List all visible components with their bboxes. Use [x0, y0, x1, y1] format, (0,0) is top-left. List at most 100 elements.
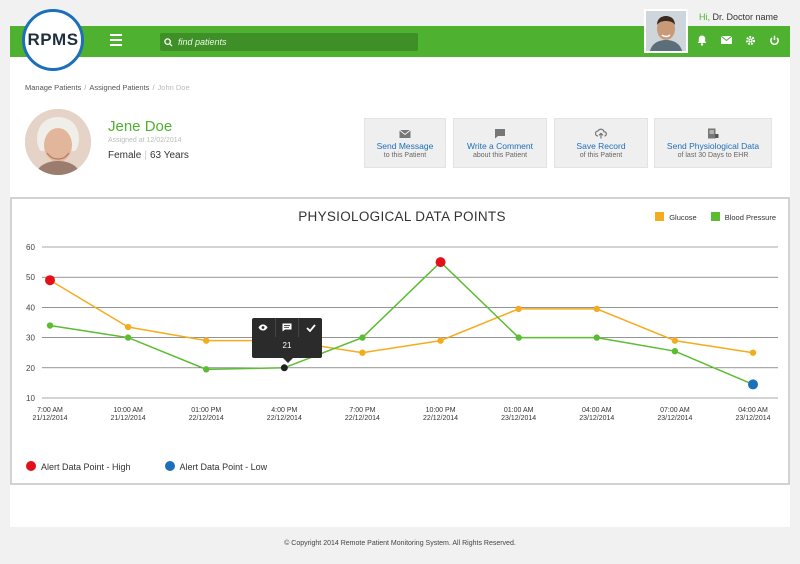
x-tick-label: 22/12/2014	[423, 415, 458, 422]
x-tick-label: 7:00 PM	[349, 407, 375, 414]
data-point	[359, 349, 366, 356]
data-point	[437, 337, 444, 344]
patient-photo	[25, 109, 91, 175]
send-message-sub: to this Patient	[383, 152, 427, 159]
x-tick-label: 23/12/2014	[579, 415, 614, 422]
y-tick-label: 40	[26, 303, 35, 312]
x-tick-label: 07:00 AM	[660, 407, 690, 414]
x-tick-label: 4:00 PM	[271, 407, 297, 414]
save-record-sub: of this Patient	[579, 152, 623, 159]
search-box[interactable]	[160, 33, 418, 51]
x-tick-label: 01:00 AM	[504, 407, 534, 414]
alert-high-label: Alert Data Point - High	[41, 462, 131, 472]
data-point	[435, 257, 446, 268]
footer-copyright: © Copyright 2014 Remote Patient Monitori…	[284, 540, 516, 547]
data-point	[124, 334, 132, 341]
patient-demographics: Female | 63 Years	[108, 150, 189, 161]
alert-low-label: Alert Data Point - Low	[179, 462, 268, 472]
alert-high-dot	[26, 461, 36, 471]
gear-icon[interactable]	[744, 34, 756, 46]
send-physiological-data-button[interactable]: Send Physiological Data of last 30 Days …	[654, 118, 772, 168]
data-point-tooltip: 21	[252, 318, 322, 363]
x-tick-label: 23/12/2014	[735, 415, 770, 422]
send-physiological-data-sub: of last 30 Days to EHR	[677, 152, 749, 159]
x-tick-label: 21/12/2014	[111, 415, 146, 422]
main-panel: Manage Patients / Assigned Patients / John D…	[10, 57, 790, 527]
send-physiological-data-title: Send Physiological Data	[666, 141, 760, 151]
x-tick-label: 7:00 AM	[37, 407, 63, 414]
breadcrumb-current: John Doe	[157, 83, 190, 92]
bell-icon[interactable]	[696, 34, 708, 46]
comment-icon[interactable]	[276, 318, 300, 337]
x-tick-label: 22/12/2014	[345, 415, 380, 422]
greeting-hi: Hi,	[699, 12, 710, 22]
data-point	[515, 334, 522, 341]
chart-panel: PHYSIOLOGICAL DATA POINTS Glucose Blood …	[10, 197, 790, 485]
breadcrumb-assigned-patients[interactable]: Assigned Patients	[89, 83, 149, 92]
data-point	[593, 305, 600, 313]
doctor-avatar[interactable]	[644, 9, 688, 53]
view-icon[interactable]	[252, 318, 276, 337]
data-point	[515, 305, 522, 313]
data-point	[359, 334, 366, 341]
user-greeting[interactable]: Hi, Dr. Doctor name	[699, 12, 778, 22]
logo-text: RPMS	[27, 30, 79, 49]
tooltip-value: 21	[282, 341, 292, 350]
write-comment-title: Write a Comment	[467, 141, 533, 151]
document-icon	[708, 128, 719, 139]
patient-name: Jene Doe	[108, 118, 173, 135]
patient-age: 63 Years	[149, 150, 189, 161]
alert-high-legend: Alert Data Point - High	[26, 461, 131, 472]
check-icon[interactable]	[299, 318, 322, 337]
x-tick-label: 10:00 AM	[113, 407, 143, 414]
x-tick-label: 23/12/2014	[501, 415, 536, 422]
series-line	[49, 279, 754, 354]
line-chart: 1020304050607:00 AM21/12/201410:00 AM21/…	[26, 243, 778, 422]
x-tick-label: 04:00 AM	[582, 407, 612, 414]
y-tick-label: 30	[26, 334, 35, 343]
y-tick-label: 60	[26, 243, 35, 252]
write-comment-button[interactable]: Write a Comment about this Patient	[453, 118, 547, 168]
series-line	[49, 261, 754, 386]
y-tick-label: 10	[26, 394, 35, 403]
breadcrumb: Manage Patients / Assigned Patients / John D…	[25, 83, 190, 92]
mail-icon	[399, 129, 411, 138]
breadcrumb-manage-patients[interactable]: Manage Patients	[25, 83, 81, 92]
comment-icon	[495, 129, 505, 139]
x-tick-label: 10:00 PM	[426, 407, 456, 414]
menu-icon[interactable]	[110, 34, 122, 46]
data-point	[45, 275, 55, 286]
data-point	[593, 334, 600, 341]
x-tick-label: 04:00 AM	[738, 407, 768, 414]
data-point	[280, 364, 288, 372]
search-icon	[164, 37, 173, 47]
patient-assigned-date: Assigned at 12/02/2014	[108, 137, 182, 144]
app-logo[interactable]: RPMS	[22, 9, 84, 71]
data-point	[203, 337, 210, 344]
save-record-button[interactable]: Save Record of this Patient	[554, 118, 648, 168]
alert-low-dot	[164, 461, 175, 471]
data-point	[671, 337, 679, 344]
send-message-title: Send Message	[376, 141, 434, 151]
mail-icon[interactable]	[720, 34, 732, 46]
patient-gender: Female	[108, 150, 142, 161]
x-tick-label: 21/12/2014	[32, 415, 67, 422]
send-message-button[interactable]: Send Message to this Patient	[364, 118, 446, 168]
data-point	[124, 323, 132, 331]
data-point	[749, 349, 757, 356]
x-tick-label: 01:00 PM	[191, 407, 221, 414]
x-tick-label: 23/12/2014	[657, 415, 692, 422]
data-point	[46, 322, 54, 329]
x-tick-label: 22/12/2014	[189, 415, 224, 422]
cloud-upload-icon	[595, 128, 607, 139]
user-name: Dr. Doctor name	[712, 12, 779, 22]
alert-low-legend: Alert Data Point - Low	[164, 461, 268, 472]
power-icon[interactable]	[768, 34, 780, 46]
y-tick-label: 20	[26, 364, 35, 373]
x-tick-label: 22/12/2014	[267, 415, 302, 422]
y-tick-label: 50	[26, 273, 35, 282]
data-point	[748, 379, 758, 390]
search-input[interactable]	[178, 37, 408, 47]
save-record-title: Save Record	[576, 141, 626, 151]
alert-legend: Alert Data Point - High Alert Data Point…	[26, 461, 267, 472]
